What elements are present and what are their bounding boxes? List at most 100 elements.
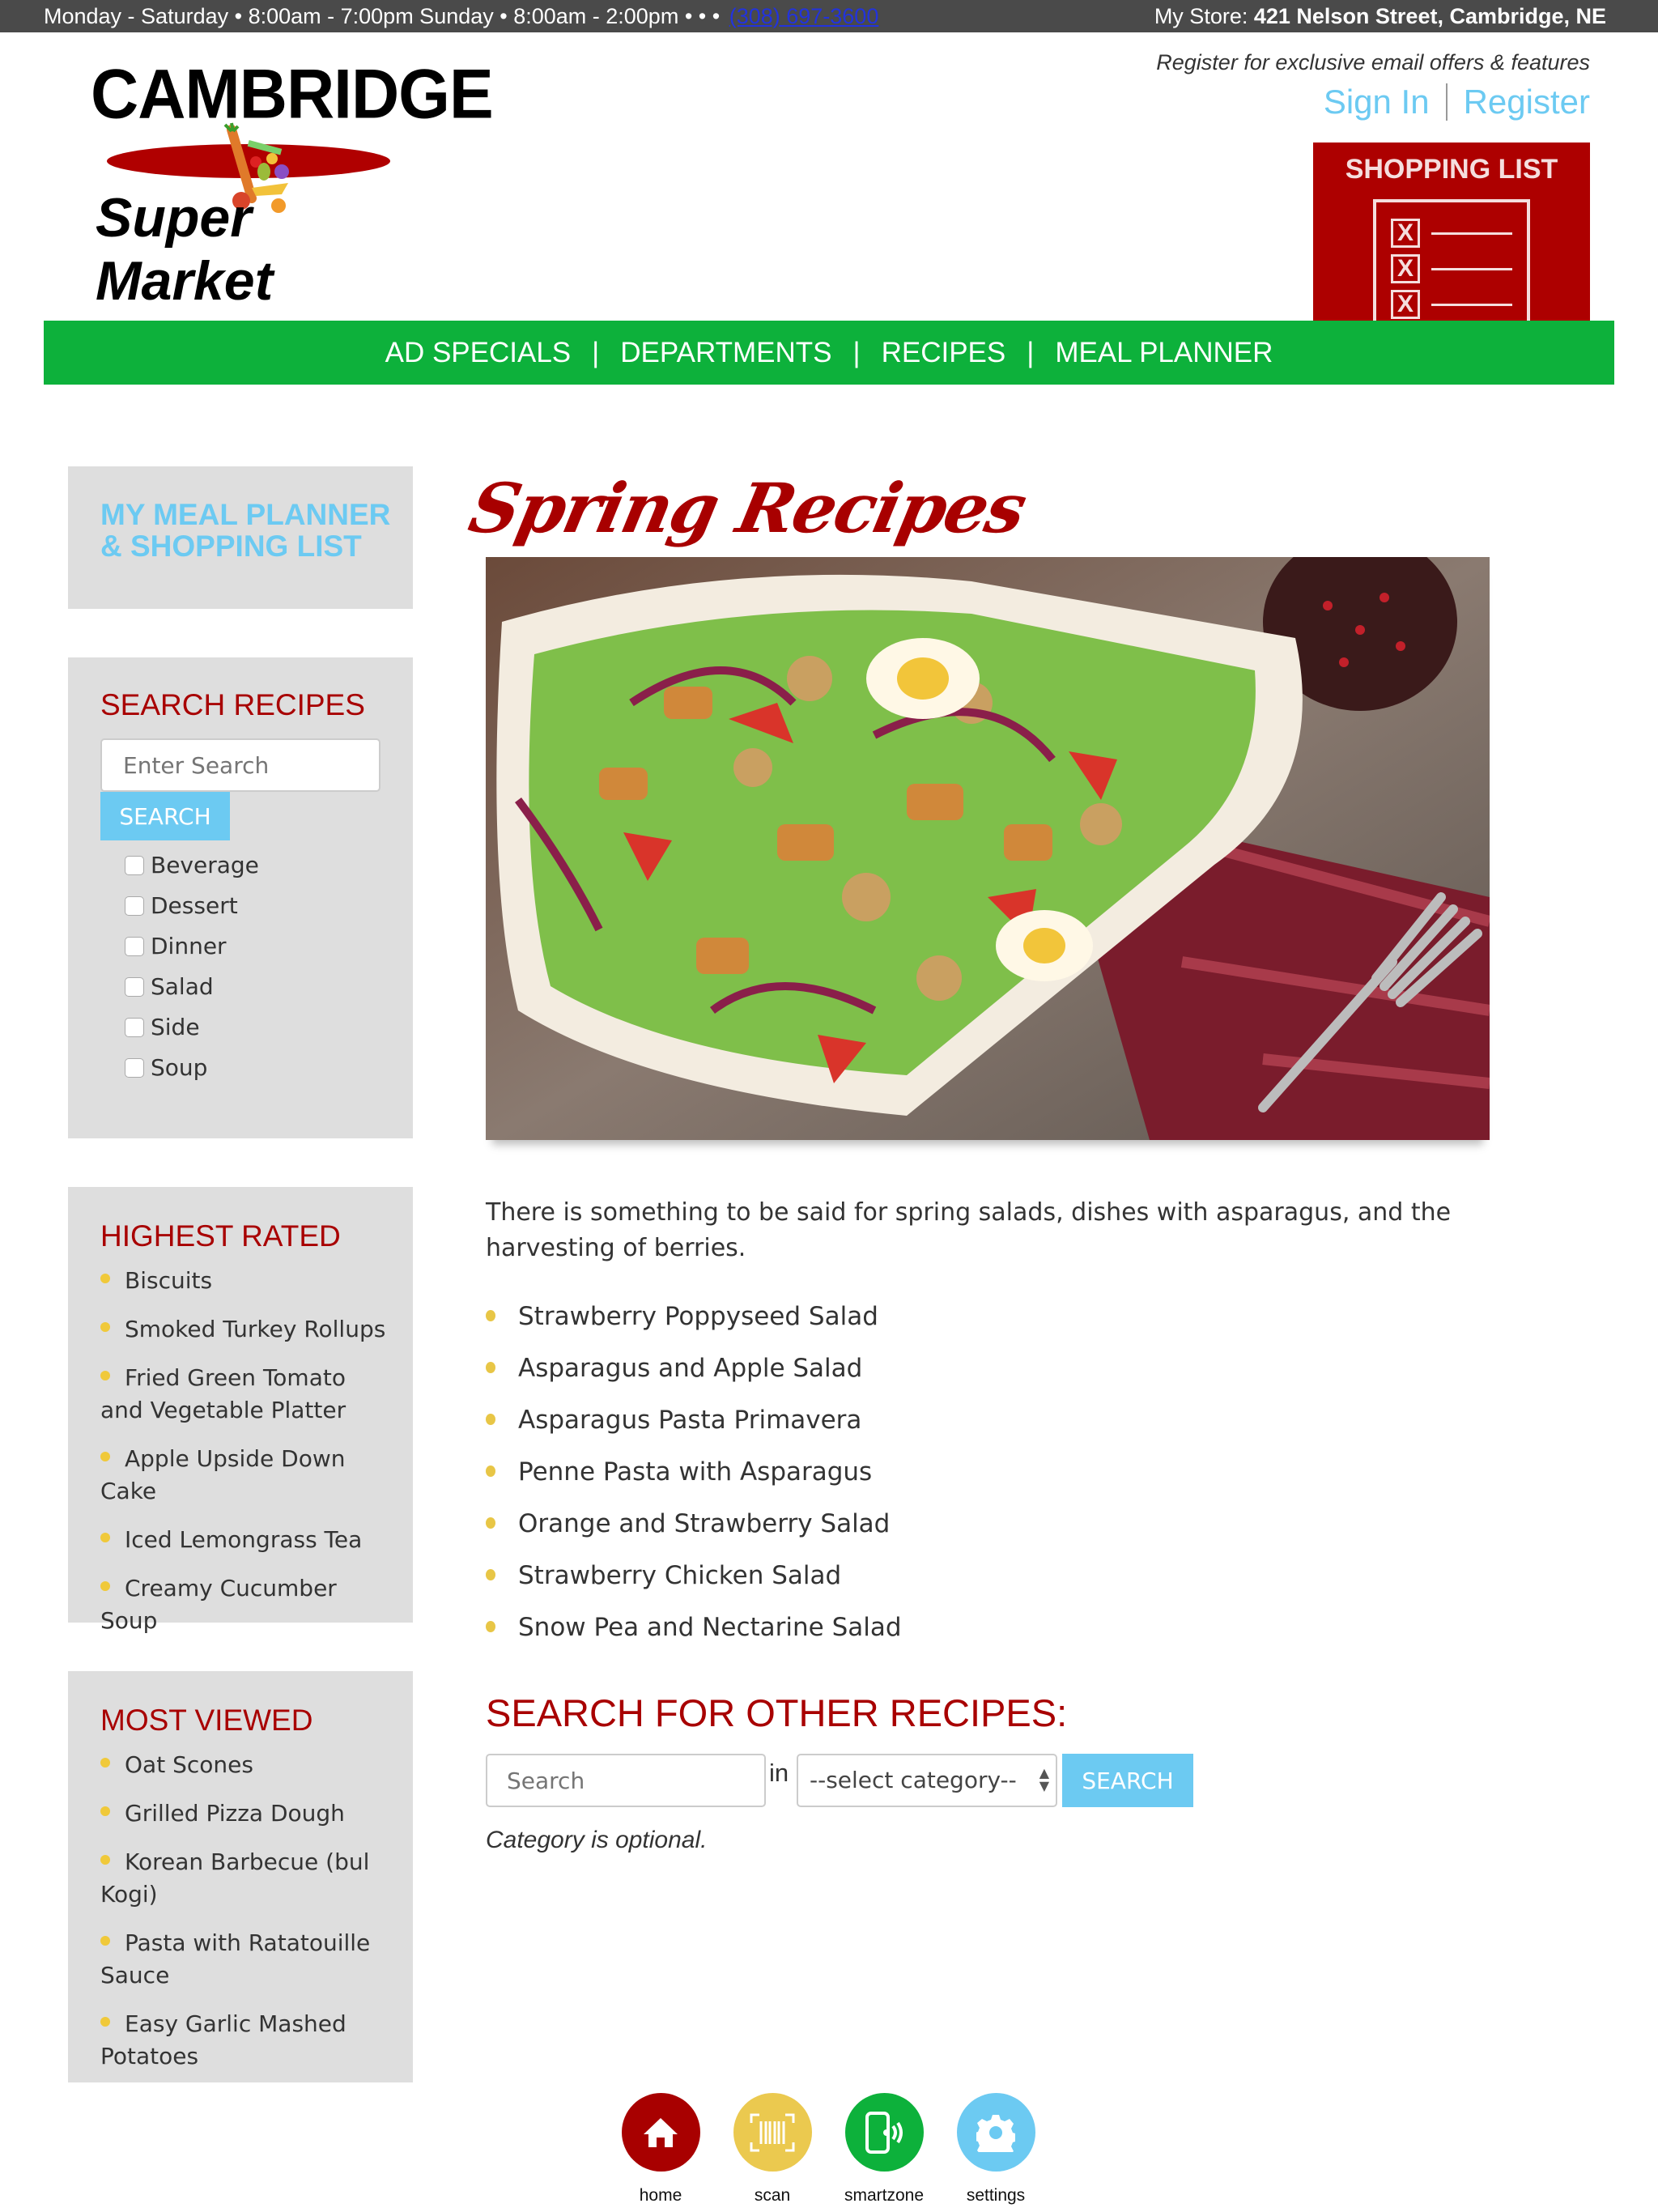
list-item[interactable]: Iced Lemongrass Tea: [100, 1524, 389, 1556]
hours-text: Monday - Saturday • 8:00am - 7:00pm Sund…: [44, 4, 721, 28]
nav-separator: |: [852, 336, 861, 368]
nav-departments[interactable]: DEPARTMENTS: [620, 337, 831, 369]
list-item[interactable]: Biscuits: [100, 1265, 389, 1297]
shopping-list-button[interactable]: SHOPPING LIST X X X: [1313, 143, 1590, 321]
recipe-link[interactable]: Asparagus and Apple Salad: [518, 1354, 862, 1383]
list-item[interactable]: Creamy Cucumber Soup: [100, 1572, 389, 1637]
list-item[interactable]: Orange and Strawberry Salad: [486, 1503, 902, 1555]
list-item[interactable]: Penne Pasta with Asparagus: [486, 1451, 902, 1503]
home-icon[interactable]: [621, 2093, 700, 2172]
checkbox[interactable]: [125, 1057, 144, 1078]
category-checkbox-beverage[interactable]: Beverage: [125, 852, 259, 878]
store-label: My Store:: [1154, 4, 1248, 28]
sign-in-link[interactable]: Sign In: [1324, 83, 1430, 121]
list-item[interactable]: Easy Garlic Mashed Potatoes: [100, 2008, 389, 2073]
checklist-icon: X X X: [1373, 199, 1530, 321]
list-item[interactable]: Korean Barbecue (bul Kogi): [100, 1846, 389, 1911]
nav-separator: |: [1027, 336, 1035, 368]
nav-recipes[interactable]: RECIPES: [882, 337, 1006, 369]
list-item[interactable]: Oat Scones: [100, 1749, 389, 1781]
top-info-bar: Monday - Saturday • 8:00am - 7:00pm Sund…: [0, 0, 1658, 32]
recipe-link[interactable]: Orange and Strawberry Salad: [518, 1509, 890, 1538]
list-item[interactable]: Snow Pea and Nectarine Salad: [486, 1606, 902, 1658]
bullet-icon: [100, 1758, 110, 1767]
other-recipes-search-button[interactable]: SEARCH: [1062, 1754, 1193, 1807]
most-viewed-title: MOST VIEWED: [100, 1704, 313, 1737]
bullet-icon: [100, 2017, 110, 2027]
checkbox[interactable]: [125, 855, 144, 875]
list-item[interactable]: Grilled Pizza Dough: [100, 1797, 389, 1830]
meal-planner-link[interactable]: MY MEAL PLANNER & SHOPPING LIST: [100, 499, 390, 562]
recipe-link-text: Easy Garlic Mashed Potatoes: [100, 2010, 346, 2069]
sidebar-search-input[interactable]: [100, 738, 380, 792]
hero-image: [486, 557, 1490, 1140]
recipe-link[interactable]: Strawberry Chicken Salad: [518, 1561, 841, 1590]
recipe-link-text: Pasta with Ratatouille Sauce: [100, 1929, 371, 1989]
list-item[interactable]: Asparagus Pasta Primavera: [486, 1399, 902, 1451]
list-item[interactable]: Strawberry Chicken Salad: [486, 1555, 902, 1606]
dock-home[interactable]: home: [604, 2093, 717, 2206]
store-hours: Monday - Saturday • 8:00am - 7:00pm Sund…: [44, 0, 878, 32]
recipe-link[interactable]: Snow Pea and Nectarine Salad: [518, 1613, 902, 1642]
sidebar-search-button[interactable]: SEARCH: [100, 792, 230, 840]
main-nav: AD SPECIALS | DEPARTMENTS | RECIPES | ME…: [44, 321, 1614, 385]
category-checkbox-soup[interactable]: Soup: [125, 1054, 207, 1081]
dock-scan[interactable]: scan: [716, 2093, 829, 2206]
smartphone-signal-icon[interactable]: [844, 2093, 924, 2172]
checkbox[interactable]: [125, 895, 144, 916]
dock-label: scan: [754, 2186, 791, 2205]
phone-link[interactable]: (308) 697-3600: [729, 4, 879, 28]
list-item[interactable]: Asparagus and Apple Salad: [486, 1347, 902, 1399]
nav-ad-specials[interactable]: AD SPECIALS: [385, 337, 572, 369]
barcode-scan-icon[interactable]: [733, 2093, 812, 2172]
recipe-link[interactable]: Strawberry Poppyseed Salad: [518, 1302, 878, 1331]
list-item[interactable]: Apple Upside Down Cake: [100, 1443, 389, 1508]
list-item[interactable]: Fried Green Tomato and Vegetable Platter: [100, 1362, 389, 1427]
checkbox[interactable]: [125, 936, 144, 956]
salad-photo: [486, 557, 1490, 1140]
list-item[interactable]: Pasta with Ratatouille Sauce: [100, 1927, 389, 1992]
list-item[interactable]: Strawberry Poppyseed Salad: [486, 1295, 902, 1347]
bullet-icon: [486, 1465, 495, 1477]
recipe-link-text: Fried Green Tomato and Vegetable Platter: [100, 1364, 346, 1423]
meal-planner-panel[interactable]: MY MEAL PLANNER & SHOPPING LIST: [68, 466, 413, 609]
gear-icon[interactable]: [956, 2093, 1035, 2172]
register-link[interactable]: Register: [1464, 83, 1590, 121]
checkbox[interactable]: [125, 1017, 144, 1037]
bullet-icon: [100, 1581, 110, 1591]
other-recipes-search-input[interactable]: [486, 1754, 766, 1807]
highest-rated-panel: HIGHEST RATED Biscuits Smoked Turkey Rol…: [68, 1187, 413, 1634]
recipe-link-text: Smoked Turkey Rollups: [125, 1316, 386, 1342]
in-label: in: [769, 1759, 789, 1787]
dock-smartzone[interactable]: smartzone: [827, 2093, 941, 2206]
shopping-list-label: SHOPPING LIST: [1345, 154, 1558, 185]
store-address: 421 Nelson Street, Cambridge, NE: [1253, 4, 1606, 28]
highest-rated-title: HIGHEST RATED: [100, 1219, 341, 1253]
nav-meal-planner[interactable]: MEAL PLANNER: [1055, 337, 1273, 369]
list-item[interactable]: Smoked Turkey Rollups: [100, 1313, 389, 1346]
category-checkbox-side[interactable]: Side: [125, 1014, 200, 1040]
category-checkbox-dinner[interactable]: Dinner: [125, 933, 227, 959]
bullet-icon: [486, 1413, 495, 1425]
recipe-link[interactable]: Penne Pasta with Asparagus: [518, 1457, 872, 1487]
recipe-link[interactable]: Asparagus Pasta Primavera: [518, 1406, 861, 1435]
register-prompt: Register for exclusive email offers & fe…: [1156, 50, 1590, 74]
spring-recipe-list: Strawberry Poppyseed Salad Asparagus and…: [486, 1295, 902, 1658]
checkbox[interactable]: [125, 976, 144, 997]
auth-links: Sign In Register: [1324, 83, 1590, 121]
checklist-row: X: [1391, 290, 1520, 319]
category-checkbox-dessert[interactable]: Dessert: [125, 892, 238, 919]
site-logo[interactable]: CAMBRIDGE Super Market: [87, 56, 494, 312]
bullet-icon: [100, 1274, 110, 1283]
recipe-link-text: Oat Scones: [125, 1751, 253, 1778]
checkbox-label: Beverage: [151, 852, 259, 878]
category-checkbox-salad[interactable]: Salad: [125, 973, 214, 1000]
highest-rated-list: Biscuits Smoked Turkey Rollups Fried Gre…: [100, 1265, 389, 1653]
category-select[interactable]: --select category-- ▲ ▼: [797, 1754, 1057, 1807]
checkbox-label: Dinner: [151, 933, 227, 959]
bullet-icon: [100, 1371, 110, 1380]
dock-settings[interactable]: settings: [939, 2093, 1052, 2206]
my-store[interactable]: My Store: 421 Nelson Street, Cambridge, …: [1154, 0, 1606, 32]
recipe-link-text: Iced Lemongrass Tea: [125, 1526, 363, 1553]
search-recipes-title: SEARCH RECIPES: [100, 688, 365, 721]
